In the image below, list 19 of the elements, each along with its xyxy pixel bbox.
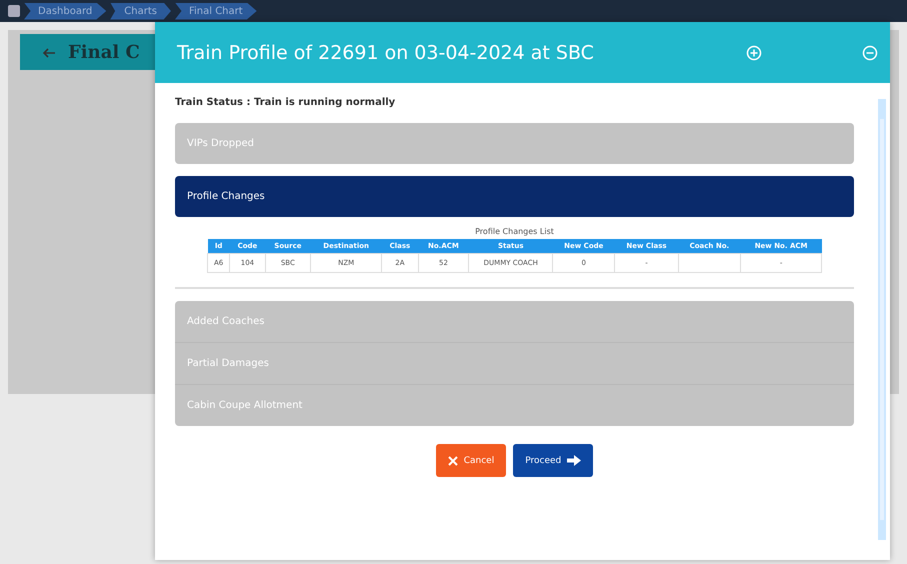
accordion-header[interactable]: Cabin Coupe Allotment bbox=[175, 385, 854, 426]
breadcrumb-link[interactable]: Final Chart bbox=[174, 2, 257, 20]
train-status-text: Train Status : Train is running normally bbox=[175, 97, 396, 108]
scrollbar[interactable] bbox=[878, 99, 886, 540]
proceed-button[interactable]: Proceed bbox=[513, 444, 594, 477]
breadcrumb-link[interactable]: Dashboard bbox=[24, 2, 106, 20]
minus-circle-icon[interactable] bbox=[862, 44, 878, 60]
accordion-header[interactable]: Profile Changes bbox=[175, 176, 854, 217]
arrow-right-icon bbox=[567, 455, 582, 466]
modal-title: Train Profile of 22691 on 03-04-2024 at SBC bbox=[177, 42, 595, 64]
accordion-header[interactable]: VIPs Dropped bbox=[175, 123, 854, 164]
breadcrumb-link[interactable]: Charts bbox=[110, 2, 171, 20]
accordion-header[interactable]: Added Coaches bbox=[175, 301, 854, 343]
table-caption: Profile Changes List bbox=[475, 227, 554, 236]
plus-circle-icon[interactable] bbox=[746, 44, 762, 60]
close-icon bbox=[448, 456, 458, 466]
accordion-header[interactable]: Partial Damages bbox=[175, 343, 854, 385]
page-title: Final C bbox=[68, 42, 140, 62]
cancel-button[interactable]: Cancel bbox=[436, 444, 506, 477]
